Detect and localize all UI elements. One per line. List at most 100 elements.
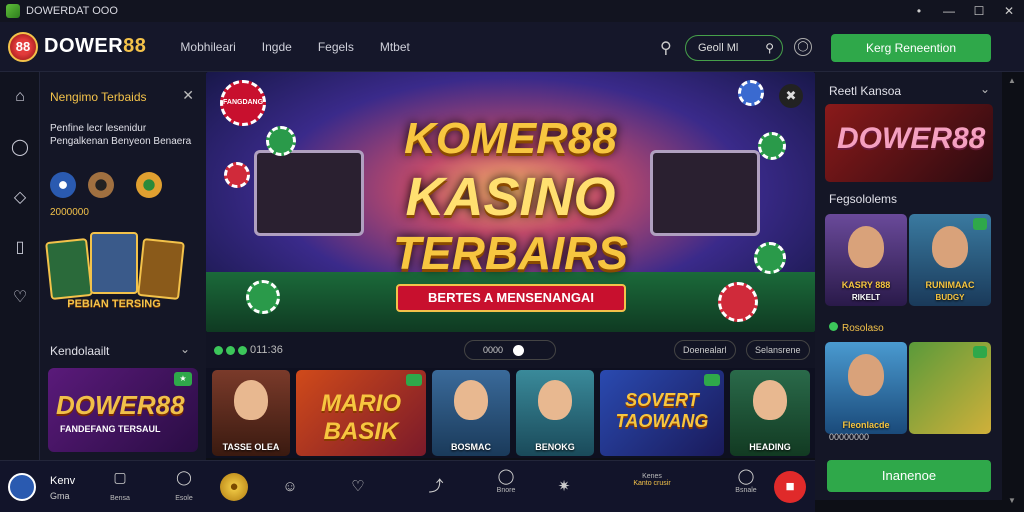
badge-icon: ★ xyxy=(174,372,192,386)
card-left xyxy=(45,237,93,301)
card-center xyxy=(90,232,138,294)
nav-link-bet[interactable]: Mtbet xyxy=(380,40,410,54)
badge-icon xyxy=(973,218,987,230)
right-game-card[interactable]: KASRY 888 RIKELT xyxy=(825,214,907,306)
hero-banner[interactable]: FANGDANG KOMER88 KASINO TERBAIRS BERTES … xyxy=(206,72,815,332)
heart-icon[interactable]: ♡ xyxy=(344,473,372,501)
game-tile[interactable]: TASSE OLEA xyxy=(212,370,290,456)
chevron-down-icon[interactable]: ⌄ xyxy=(980,82,990,96)
left-panel-title: Nengimo Terbaids xyxy=(50,90,147,104)
icon-sidebar: ⌂ ◯ ◇ ▯ ♡ xyxy=(0,72,40,460)
chevron-down-icon[interactable]: ⌄ xyxy=(180,342,190,356)
card-right xyxy=(137,237,185,301)
character-image xyxy=(234,380,268,420)
right-promo-title: DOWER88 xyxy=(837,122,986,155)
right-game-card[interactable]: RUNIMAAC BUDGY xyxy=(909,214,991,306)
chat-icon: ◯ xyxy=(176,469,192,485)
logo-badge: 88 xyxy=(8,31,38,62)
coin-icon[interactable]: ● xyxy=(220,473,248,501)
game-tile[interactable]: HEADING xyxy=(730,370,810,456)
game-tile[interactable]: BENOKG xyxy=(516,370,594,456)
brand-logo[interactable]: 88 DOWER88 xyxy=(8,31,147,62)
close-icon[interactable]: ✕ xyxy=(182,87,194,104)
record-icon[interactable]: ■ xyxy=(774,471,806,503)
chip-icon[interactable]: ✷ xyxy=(550,473,578,501)
character-image xyxy=(538,380,572,420)
timer-text: 011:36 xyxy=(250,344,283,356)
filter-pill-2[interactable]: Selansrene xyxy=(746,340,810,360)
right-promo-banner[interactable]: DOWER88 xyxy=(825,104,993,182)
right-game-card[interactable]: Fleonlacde xyxy=(825,342,907,434)
right-panel-title: Reetl Kansoa xyxy=(829,84,902,98)
bottom-bar: Kenv Gma ▢ Bensa ◯ Esole ● ☺ ♡ ⤴ ◯ Bnore … xyxy=(0,460,815,512)
character-image xyxy=(454,380,488,420)
chat-icon[interactable]: ◯ xyxy=(0,122,40,172)
chip-icon-brown[interactable] xyxy=(88,172,114,198)
nav-link-games[interactable]: Ingde xyxy=(262,40,292,54)
user-balance: Gma xyxy=(50,491,70,501)
chip-icon-blue[interactable] xyxy=(50,172,76,198)
dock: ● ☺ ♡ ⤴ ◯ Bnore ✷ Kenes Kanto crusir ◯ Bsn… xyxy=(214,465,814,509)
right-section-title: Fegsololems xyxy=(829,192,898,206)
register-button[interactable]: Kerg Reneention xyxy=(831,34,991,62)
left-panel: Nengimo Terbaids ✕ Penfine lecr lesenidu… xyxy=(40,72,206,460)
left-panel-count: 2000000 xyxy=(50,207,89,218)
game-label: HEADING xyxy=(749,442,791,452)
bottom-item-chat[interactable]: ◯ Esole xyxy=(166,469,202,505)
dock-label: Kanto crusir xyxy=(633,480,671,487)
chip-icon-green[interactable] xyxy=(136,172,162,198)
search-icon[interactable]: ⚲ xyxy=(660,38,672,58)
scrollbar[interactable]: ▲ ▼ xyxy=(1002,72,1024,512)
game-label: BENOKG xyxy=(535,442,575,452)
filter-pill-1[interactable]: Doenealarl xyxy=(674,340,736,360)
close-window-button[interactable]: ✕ xyxy=(994,0,1024,22)
game-label: BOSMAC xyxy=(451,442,491,452)
tag-icon[interactable]: ◇ xyxy=(0,172,40,222)
support-item[interactable]: ◯ Bsnale xyxy=(732,467,760,495)
book-icon[interactable]: ▯ xyxy=(0,222,40,272)
game-tile[interactable]: BOSMAC xyxy=(432,370,510,456)
settings-item[interactable]: ◯ Bnore xyxy=(492,467,520,495)
search-submit-icon[interactable]: ⚲ xyxy=(765,36,774,60)
chip-icon xyxy=(246,280,280,314)
scroll-down-icon[interactable]: ▼ xyxy=(1008,496,1016,505)
nav-link-promos[interactable]: Fegels xyxy=(318,40,354,54)
bottom-item-bag[interactable]: ▢ Bensa xyxy=(102,469,138,505)
status-dot xyxy=(226,345,235,355)
window-controls: • — ☐ ✕ xyxy=(904,0,1024,22)
left-promo-title: DOWER88 xyxy=(56,390,185,420)
share-icon[interactable]: ⤴ xyxy=(422,473,450,501)
dock-label: Kenes xyxy=(642,473,662,480)
chip-icon xyxy=(738,80,764,106)
left-panel-banner: PEBIAN TERSING xyxy=(67,298,161,310)
pin-button[interactable]: • xyxy=(904,0,934,22)
home-icon[interactable]: ⌂ xyxy=(0,72,40,122)
game-tile[interactable]: MARIO BASIK xyxy=(296,370,426,456)
app-icon xyxy=(6,4,20,18)
emoji-icon[interactable]: ☺ xyxy=(276,473,304,501)
clock-icon[interactable]: ◯ xyxy=(794,38,812,56)
character-image xyxy=(932,226,968,268)
heart-icon[interactable]: ♡ xyxy=(0,272,40,322)
primary-action-button[interactable]: Inanenoe xyxy=(827,460,991,492)
left-promo-banner[interactable]: DOWER88 FANDEFANG TERSAUL ★ xyxy=(48,368,198,452)
user-name: Kenv xyxy=(50,475,76,487)
hero-close-icon[interactable]: ✖ xyxy=(779,84,803,108)
maximize-button[interactable]: ☐ xyxy=(964,0,994,22)
bottom-item-label: Bensa xyxy=(110,495,130,502)
status-dot xyxy=(214,345,223,355)
section-title: Kendolaailt xyxy=(50,344,110,358)
toggle-switch[interactable]: 0000 xyxy=(464,340,556,360)
minimize-button[interactable]: — xyxy=(934,0,964,22)
chip-icon xyxy=(718,282,758,322)
card-sublabel: RIKELT xyxy=(851,293,881,302)
search-input[interactable]: Geoll Ml ⚲ xyxy=(685,35,783,61)
nav-link-mobile[interactable]: Mobhileari xyxy=(180,40,235,54)
logo-text: DOWER88 xyxy=(44,35,147,57)
scroll-up-icon[interactable]: ▲ xyxy=(1008,76,1016,85)
game-tile[interactable]: SOVERT TAOWANG xyxy=(600,370,724,456)
card-label: RUNIMAAC xyxy=(925,280,975,290)
dock-text-block[interactable]: Kenes Kanto crusir xyxy=(622,473,682,487)
card-label: KASRY 888 xyxy=(841,280,891,290)
right-game-card[interactable] xyxy=(909,342,991,434)
